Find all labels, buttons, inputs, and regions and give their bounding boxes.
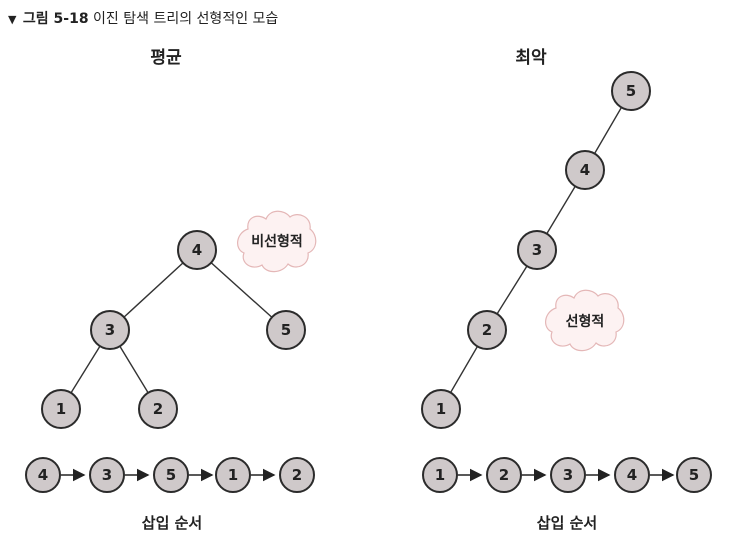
order-node: 3 (89, 457, 125, 493)
svg-text:2: 2 (482, 321, 492, 339)
tree-node: 4 (177, 230, 217, 270)
svg-text:3: 3 (102, 466, 112, 484)
order-node: 4 (25, 457, 61, 493)
tree-node: 4 (565, 150, 605, 190)
tree-node: 3 (90, 310, 130, 350)
annotation-cloud-nonlinear: 비선형적 (237, 210, 317, 273)
tree-node: 1 (41, 389, 81, 429)
svg-text:2: 2 (499, 466, 509, 484)
svg-text:1: 1 (435, 466, 445, 484)
svg-text:4: 4 (627, 466, 637, 484)
tree-node: 5 (611, 71, 651, 111)
annotation-cloud-linear: 선형적 (545, 289, 625, 352)
tree-node: 2 (467, 310, 507, 350)
tree-node: 2 (138, 389, 178, 429)
worst-tree: 5 4 3 2 1 (421, 71, 651, 429)
bst-diagram: 평균 4 3 5 1 2 비선형적 4 3 5 1 2 삽입 순서 최악 5 4… (25, 48, 712, 532)
svg-text:2: 2 (153, 400, 163, 418)
order-node: 2 (486, 457, 522, 493)
order-node: 1 (422, 457, 458, 493)
svg-text:5: 5 (626, 82, 636, 100)
svg-text:4: 4 (38, 466, 48, 484)
svg-text:4: 4 (580, 161, 590, 179)
svg-text:1: 1 (436, 400, 446, 418)
average-insert-order: 4 3 5 1 2 (25, 457, 315, 493)
tree-node: 1 (421, 389, 461, 429)
order-node: 3 (550, 457, 586, 493)
annotation-label: 선형적 (566, 313, 605, 330)
tree-node: 3 (517, 230, 557, 270)
order-node: 5 (153, 457, 189, 493)
tree-node: 5 (266, 310, 306, 350)
svg-text:4: 4 (192, 241, 202, 259)
svg-text:1: 1 (56, 400, 66, 418)
panel-title-average: 평균 (150, 48, 182, 68)
order-node: 4 (614, 457, 650, 493)
svg-text:3: 3 (563, 466, 573, 484)
insert-order-label-average: 삽입 순서 (142, 514, 202, 532)
svg-text:2: 2 (292, 466, 302, 484)
svg-text:5: 5 (281, 321, 291, 339)
order-node: 1 (215, 457, 251, 493)
order-node: 2 (279, 457, 315, 493)
svg-text:1: 1 (228, 466, 238, 484)
panel-title-worst: 최악 (515, 48, 547, 68)
svg-text:5: 5 (166, 466, 176, 484)
svg-text:3: 3 (532, 241, 542, 259)
annotation-label: 비선형적 (251, 233, 303, 250)
svg-text:5: 5 (689, 466, 699, 484)
order-node: 5 (676, 457, 712, 493)
svg-text:3: 3 (105, 321, 115, 339)
worst-insert-order: 1 2 3 4 5 (422, 457, 712, 493)
insert-order-label-worst: 삽입 순서 (537, 514, 597, 532)
